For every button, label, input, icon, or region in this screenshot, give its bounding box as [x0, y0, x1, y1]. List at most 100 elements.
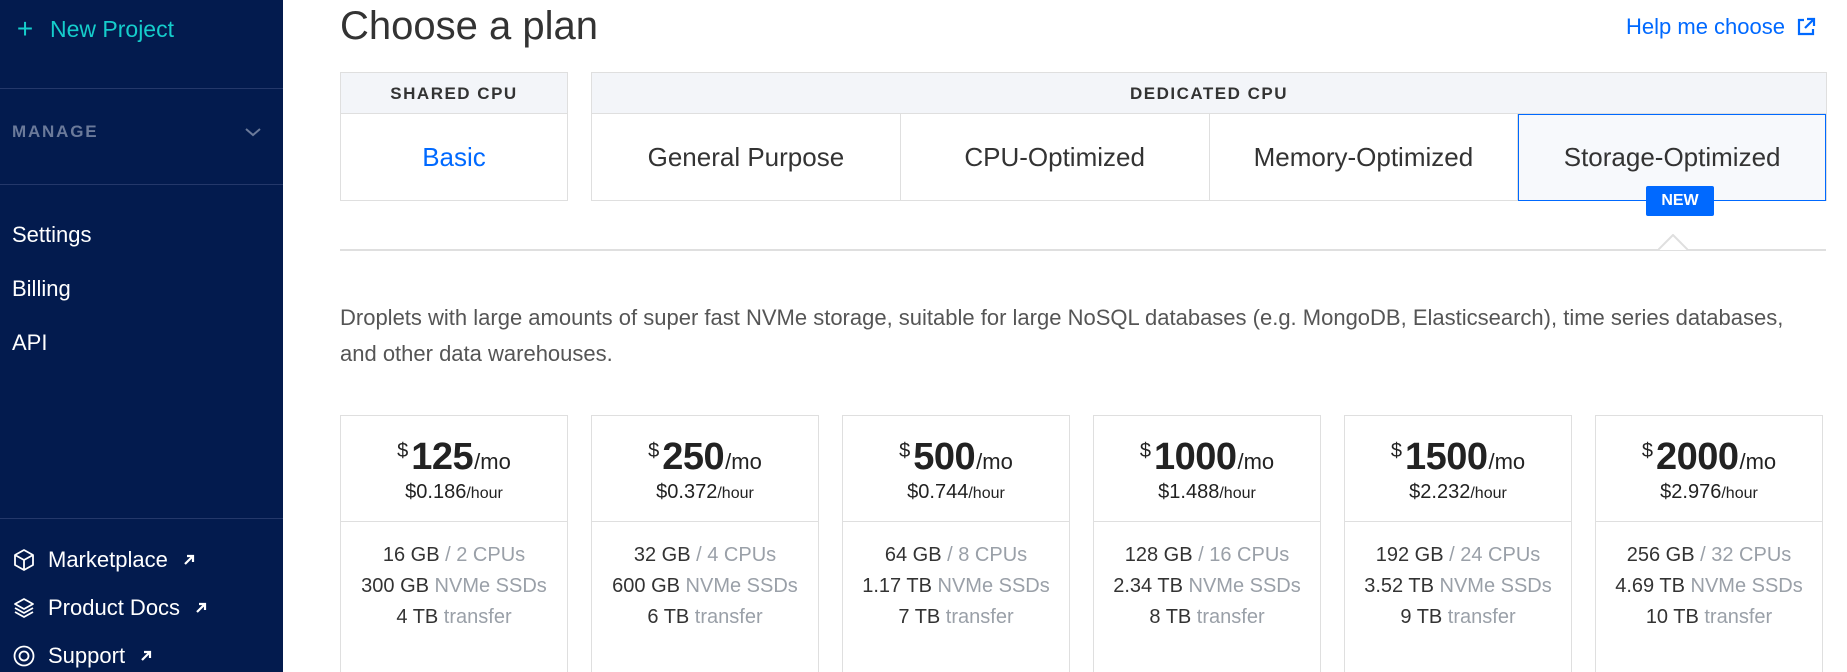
- storage-type: NVMe SSDs: [429, 575, 547, 597]
- hourly-price: $0.186/hour: [341, 481, 567, 504]
- transfer-label: transfer: [1698, 606, 1773, 628]
- cpu-value: / 2 CPUs: [439, 544, 526, 566]
- storage-type: NVMe SSDs: [1684, 575, 1803, 597]
- external-arrow-icon: [184, 554, 194, 565]
- plan-specs: 64 GB / 8 CPUs 1.17 TB NVMe SSDs 7 TB tr…: [843, 522, 1069, 633]
- new-badge: NEW: [1646, 186, 1714, 216]
- memory-value: 32 GB: [633, 544, 691, 566]
- price-card[interactable]: $ 1500 /mo $2.232/hour 192 GB / 24 CPUs …: [1344, 415, 1572, 672]
- monthly-price: $ 2000 /mo: [1596, 436, 1822, 479]
- dedicated-cpu-heading: DEDICATED CPU: [592, 73, 1826, 114]
- hourly-amount: $0.744: [907, 481, 969, 503]
- tab-underline: [340, 249, 1826, 251]
- monthly-price: $ 1000 /mo: [1094, 436, 1320, 479]
- transfer-value: 8 TB: [1149, 606, 1192, 628]
- hourly-amount: $0.372: [656, 481, 718, 503]
- hourly-amount: $0.186: [405, 481, 467, 503]
- price-amount: 1000: [1153, 436, 1237, 478]
- storage-type: NVMe SSDs: [931, 575, 1050, 597]
- transfer-label: transfer: [438, 606, 512, 628]
- spec-memory-cpu: 64 GB / 8 CPUs: [843, 540, 1069, 571]
- spec-storage: 1.17 TB NVMe SSDs: [843, 571, 1069, 602]
- shared-cpu-heading: SHARED CPU: [341, 73, 567, 114]
- tab-basic[interactable]: Basic: [341, 114, 567, 201]
- price-area: $ 1000 /mo $1.488/hour: [1094, 416, 1320, 522]
- transfer-label: transfer: [940, 606, 1014, 628]
- spec-storage: 2.34 TB NVMe SSDs: [1094, 571, 1320, 602]
- per-hour-label: /hour: [1470, 485, 1507, 502]
- manage-section-toggle[interactable]: MANAGE: [12, 122, 262, 142]
- monthly-price: $ 500 /mo: [843, 436, 1069, 479]
- spec-transfer: 6 TB transfer: [592, 602, 818, 633]
- currency-symbol: $: [899, 440, 911, 462]
- price-card[interactable]: $ 250 /mo $0.372/hour 32 GB / 4 CPUs 600…: [591, 415, 819, 672]
- price-card[interactable]: $ 1000 /mo $1.488/hour 128 GB / 16 CPUs …: [1093, 415, 1321, 672]
- currency-symbol: $: [1641, 440, 1653, 462]
- transfer-value: 10 TB: [1645, 606, 1699, 628]
- spec-memory-cpu: 256 GB / 32 CPUs: [1596, 540, 1822, 571]
- per-hour-label: /hour: [466, 485, 503, 502]
- price-area: $ 500 /mo $0.744/hour: [843, 416, 1069, 522]
- chevron-down-icon: [245, 128, 261, 137]
- sidebar-item-settings[interactable]: Settings: [12, 222, 92, 248]
- price-card[interactable]: $ 125 /mo $0.186/hour 16 GB / 2 CPUs 300…: [340, 415, 568, 672]
- page-title: Choose a plan: [340, 4, 598, 48]
- tab-general-purpose[interactable]: General Purpose: [592, 114, 901, 201]
- hourly-price: $1.488/hour: [1094, 481, 1320, 504]
- per-month-label: /mo: [725, 449, 762, 474]
- storage-type: NVMe SSDs: [680, 575, 798, 597]
- price-area: $ 1500 /mo $2.232/hour: [1345, 416, 1571, 522]
- plan-description: Droplets with large amounts of super fas…: [340, 305, 1784, 366]
- price-amount: 500: [913, 436, 976, 478]
- plus-icon: +: [16, 13, 34, 44]
- monthly-price: $ 250 /mo: [592, 436, 818, 479]
- plan-specs: 16 GB / 2 CPUs 300 GB NVMe SSDs 4 TB tra…: [341, 522, 567, 633]
- new-project-button[interactable]: + New Project: [14, 12, 174, 46]
- transfer-value: 4 TB: [396, 606, 439, 628]
- sidebar-divider: [0, 518, 283, 519]
- per-month-label: /mo: [474, 449, 511, 474]
- sidebar-item-billing[interactable]: Billing: [12, 276, 71, 302]
- transfer-label: transfer: [1442, 606, 1516, 628]
- storage-value: 600 GB: [612, 575, 680, 597]
- external-link-icon: [1797, 17, 1816, 36]
- price-card[interactable]: $ 2000 /mo $2.976/hour 256 GB / 32 CPUs …: [1595, 415, 1823, 672]
- storage-value: 300 GB: [361, 575, 429, 597]
- price-card[interactable]: $ 500 /mo $0.744/hour 64 GB / 8 CPUs 1.1…: [842, 415, 1070, 672]
- active-tab-pointer: [1658, 234, 1688, 250]
- price-amount: 250: [662, 436, 725, 478]
- tab-memory-optimized[interactable]: Memory-Optimized: [1210, 114, 1519, 201]
- spec-transfer: 4 TB transfer: [341, 602, 567, 633]
- spec-transfer: 7 TB transfer: [843, 602, 1069, 633]
- sidebar-item-support[interactable]: Support: [12, 643, 153, 669]
- sidebar-item-marketplace[interactable]: Marketplace: [12, 547, 196, 573]
- price-amount: 1500: [1404, 436, 1488, 478]
- memory-value: 64 GB: [884, 544, 942, 566]
- hourly-amount: $1.488: [1158, 481, 1220, 503]
- currency-symbol: $: [648, 440, 660, 462]
- sidebar-item-api[interactable]: API: [12, 330, 47, 356]
- spec-transfer: 8 TB transfer: [1094, 602, 1320, 633]
- external-arrow-icon: [141, 650, 152, 661]
- help-me-choose-link[interactable]: Help me choose: [1626, 14, 1817, 40]
- currency-symbol: $: [1139, 440, 1151, 462]
- tab-cpu-optimized[interactable]: CPU-Optimized: [901, 114, 1210, 201]
- price-area: $ 2000 /mo $2.976/hour: [1596, 416, 1822, 522]
- spec-transfer: 9 TB transfer: [1345, 602, 1571, 633]
- plan-specs: 192 GB / 24 CPUs 3.52 TB NVMe SSDs 9 TB …: [1345, 522, 1571, 633]
- plan-specs: 256 GB / 32 CPUs 4.69 TB NVMe SSDs 10 TB…: [1596, 522, 1822, 633]
- hourly-price: $0.372/hour: [592, 481, 818, 504]
- spec-memory-cpu: 32 GB / 4 CPUs: [592, 540, 818, 571]
- memory-value: 128 GB: [1124, 544, 1193, 566]
- memory-value: 192 GB: [1375, 544, 1444, 566]
- per-month-label: /mo: [1739, 449, 1777, 474]
- help-me-choose-label: Help me choose: [1626, 14, 1785, 39]
- hourly-price: $2.976/hour: [1596, 481, 1822, 504]
- marketplace-label: Marketplace: [48, 547, 168, 572]
- sidebar-divider: [0, 184, 283, 185]
- memory-value: 256 GB: [1626, 544, 1695, 566]
- product-docs-label: Product Docs: [48, 595, 181, 620]
- lifebuoy-icon: [13, 645, 35, 667]
- spec-transfer: 10 TB transfer: [1596, 602, 1822, 633]
- sidebar-item-product-docs[interactable]: Product Docs: [12, 595, 208, 621]
